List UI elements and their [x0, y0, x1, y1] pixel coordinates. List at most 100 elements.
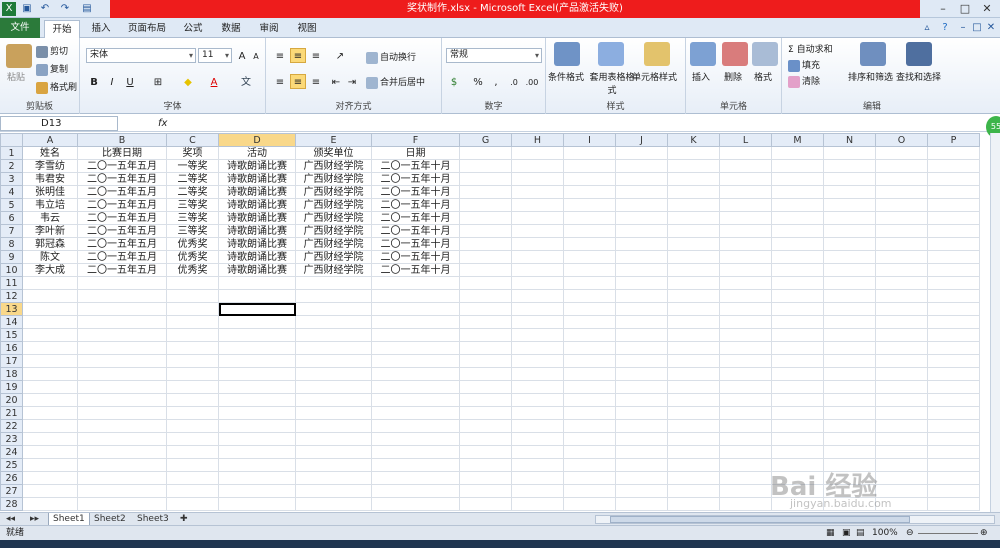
cell-k27[interactable] — [667, 484, 720, 498]
cell-c5[interactable]: 三等奖 — [166, 198, 219, 212]
cell-n20[interactable] — [823, 393, 876, 407]
cell-e27[interactable] — [295, 484, 372, 498]
cell-e21[interactable] — [295, 406, 372, 420]
cell-a22[interactable] — [22, 419, 78, 433]
cell-j2[interactable] — [615, 159, 668, 173]
cell-a10[interactable]: 李大成 — [22, 263, 78, 277]
cell-f21[interactable] — [371, 406, 460, 420]
row-header[interactable]: 23 — [0, 432, 23, 446]
cell-g27[interactable] — [459, 484, 512, 498]
cell-b7[interactable]: 二〇一五年五月 — [77, 224, 167, 238]
cell-p20[interactable] — [927, 393, 980, 407]
cell-k20[interactable] — [667, 393, 720, 407]
cell-p8[interactable] — [927, 237, 980, 251]
cell-d11[interactable] — [218, 276, 296, 290]
cell-o21[interactable] — [875, 406, 928, 420]
cell-d19[interactable] — [218, 380, 296, 394]
cell-h19[interactable] — [511, 380, 564, 394]
cell-k17[interactable] — [667, 354, 720, 368]
cell-n11[interactable] — [823, 276, 876, 290]
cell-n14[interactable] — [823, 315, 876, 329]
cell-n23[interactable] — [823, 432, 876, 446]
cell-f11[interactable] — [371, 276, 460, 290]
cell-m16[interactable] — [771, 341, 824, 355]
cell-d7[interactable]: 诗歌朗诵比赛 — [218, 224, 296, 238]
cell-b19[interactable] — [77, 380, 167, 394]
cell-i8[interactable] — [563, 237, 616, 251]
cell-j1[interactable] — [615, 146, 668, 160]
column-header-g[interactable]: G — [459, 133, 512, 147]
column-header-p[interactable]: P — [927, 133, 980, 147]
cell-m5[interactable] — [771, 198, 824, 212]
cell-k8[interactable] — [667, 237, 720, 251]
cell-n13[interactable] — [823, 302, 876, 316]
cell-l6[interactable] — [719, 211, 772, 225]
autosum-button[interactable]: Σ 自动求和 — [788, 42, 833, 55]
align-top-icon[interactable]: ≡ — [272, 48, 288, 63]
cell-j21[interactable] — [615, 406, 668, 420]
cell-g26[interactable] — [459, 471, 512, 485]
cell-n6[interactable] — [823, 211, 876, 225]
cell-k3[interactable] — [667, 172, 720, 186]
cell-f18[interactable] — [371, 367, 460, 381]
cell-b22[interactable] — [77, 419, 167, 433]
tab-page-layout[interactable]: 页面布局 — [124, 20, 170, 38]
cell-f10[interactable]: 二〇一五年十月 — [371, 263, 460, 277]
cell-o18[interactable] — [875, 367, 928, 381]
cell-i25[interactable] — [563, 458, 616, 472]
cell-h26[interactable] — [511, 471, 564, 485]
insert-function-button[interactable]: fx — [158, 116, 172, 131]
cell-g11[interactable] — [459, 276, 512, 290]
cell-l1[interactable] — [719, 146, 772, 160]
cell-f4[interactable]: 二〇一五年十月 — [371, 185, 460, 199]
cell-g16[interactable] — [459, 341, 512, 355]
cell-h12[interactable] — [511, 289, 564, 303]
cell-j6[interactable] — [615, 211, 668, 225]
cell-l3[interactable] — [719, 172, 772, 186]
cell-c23[interactable] — [166, 432, 219, 446]
cell-c3[interactable]: 二等奖 — [166, 172, 219, 186]
cell-m3[interactable] — [771, 172, 824, 186]
cell-o16[interactable] — [875, 341, 928, 355]
cell-g7[interactable] — [459, 224, 512, 238]
cell-e18[interactable] — [295, 367, 372, 381]
cell-k12[interactable] — [667, 289, 720, 303]
cell-a18[interactable] — [22, 367, 78, 381]
row-header[interactable]: 22 — [0, 419, 23, 433]
cell-d10[interactable]: 诗歌朗诵比赛 — [218, 263, 296, 277]
cell-h16[interactable] — [511, 341, 564, 355]
cell-e1[interactable]: 颁奖单位 — [295, 146, 372, 160]
cell-k11[interactable] — [667, 276, 720, 290]
cell-g1[interactable] — [459, 146, 512, 160]
workbook-restore-icon[interactable]: □ — [970, 21, 984, 35]
row-header[interactable]: 16 — [0, 341, 23, 355]
cell-e22[interactable] — [295, 419, 372, 433]
cell-j5[interactable] — [615, 198, 668, 212]
cell-b14[interactable] — [77, 315, 167, 329]
cell-o19[interactable] — [875, 380, 928, 394]
cell-n12[interactable] — [823, 289, 876, 303]
align-center-icon[interactable]: ≡ — [290, 74, 306, 89]
cell-i26[interactable] — [563, 471, 616, 485]
cell-b28[interactable] — [77, 497, 167, 511]
cell-j23[interactable] — [615, 432, 668, 446]
cell-f15[interactable] — [371, 328, 460, 342]
cell-n17[interactable] — [823, 354, 876, 368]
row-header[interactable]: 28 — [0, 497, 23, 511]
cell-l28[interactable] — [719, 497, 772, 511]
cell-a12[interactable] — [22, 289, 78, 303]
cell-l19[interactable] — [719, 380, 772, 394]
cell-o5[interactable] — [875, 198, 928, 212]
cell-h4[interactable] — [511, 185, 564, 199]
cell-l27[interactable] — [719, 484, 772, 498]
cell-a6[interactable]: 韦云 — [22, 211, 78, 225]
cell-e15[interactable] — [295, 328, 372, 342]
cell-c13[interactable] — [166, 302, 219, 316]
cell-c16[interactable] — [166, 341, 219, 355]
cell-p1[interactable] — [927, 146, 980, 160]
cell-c25[interactable] — [166, 458, 219, 472]
cell-m22[interactable] — [771, 419, 824, 433]
cell-g22[interactable] — [459, 419, 512, 433]
cell-a11[interactable] — [22, 276, 78, 290]
cell-k4[interactable] — [667, 185, 720, 199]
